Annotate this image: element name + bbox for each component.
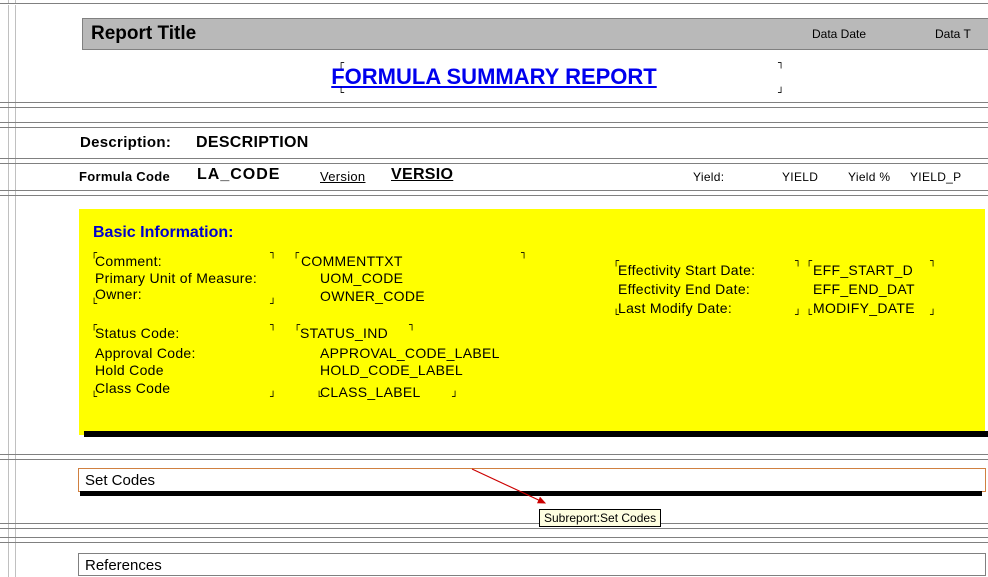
status-value[interactable]: STATUS_IND [300, 325, 388, 341]
eff-end-value[interactable]: EFF_END_DAT [813, 281, 915, 297]
comment-label[interactable]: Comment: [95, 253, 162, 269]
formula-code-value[interactable]: LA_CODE [197, 166, 280, 184]
mod-date-value[interactable]: MODIFY_DATE [813, 300, 915, 316]
hold-label[interactable]: Hold Code [95, 362, 164, 378]
basic-info-panel[interactable] [79, 209, 985, 435]
tooltip: Subreport:Set Codes [539, 509, 661, 527]
puom-label[interactable]: Primary Unit of Measure: [95, 270, 257, 286]
subreport-underline [80, 491, 982, 496]
data-date-label[interactable]: Data Date [812, 27, 866, 41]
subreport-references[interactable]: References [78, 553, 986, 576]
section-divider [0, 537, 988, 543]
yield-pct-value[interactable]: YIELD_P [910, 170, 961, 184]
section-divider [0, 3, 988, 5]
description-label[interactable]: Description: [80, 134, 171, 151]
approval-label[interactable]: Approval Code: [95, 345, 196, 361]
section-divider [0, 190, 988, 196]
data-time-label[interactable]: Data T [935, 27, 971, 41]
puom-value[interactable]: UOM_CODE [320, 270, 403, 286]
eff-start-value[interactable]: EFF_START_D [813, 262, 913, 278]
basic-info-heading[interactable]: Basic Information: [93, 224, 233, 242]
owner-label[interactable]: Owner: [95, 286, 142, 302]
basic-info-shadow [84, 431, 988, 437]
status-label[interactable]: Status Code: [95, 325, 180, 341]
version-value[interactable]: VERSIO [391, 166, 453, 184]
mod-date-label[interactable]: Last Modify Date: [618, 300, 732, 316]
eff-end-label[interactable]: Effectivity End Date: [618, 281, 750, 297]
comment-value[interactable]: COMMENTTXT [301, 253, 403, 269]
section-divider [0, 158, 988, 164]
yield-value[interactable]: YIELD [782, 170, 818, 184]
formula-code-label[interactable]: Formula Code [79, 169, 170, 184]
section-divider [0, 102, 988, 108]
version-label[interactable]: Version [320, 169, 365, 184]
report-heading[interactable]: FORMULA SUMMARY REPORT [0, 64, 988, 90]
section-divider [0, 454, 988, 460]
approval-value[interactable]: APPROVAL_CODE_LABEL [320, 345, 500, 361]
hold-value[interactable]: HOLD_CODE_LABEL [320, 362, 463, 378]
subreport-set-codes[interactable]: Set Codes [78, 468, 986, 492]
page-title: Report Title [83, 23, 196, 45]
eff-start-label[interactable]: Effectivity Start Date: [618, 262, 755, 278]
owner-value[interactable]: OWNER_CODE [320, 288, 425, 304]
class-value[interactable]: CLASS_LABEL [320, 384, 421, 400]
subreport-label: Set Codes [85, 472, 155, 489]
yield-label[interactable]: Yield: [693, 170, 724, 184]
yield-pct-label[interactable]: Yield % [848, 170, 890, 184]
subreport-label: References [85, 557, 162, 574]
section-divider [0, 122, 988, 128]
class-label[interactable]: Class Code [95, 380, 170, 396]
description-value[interactable]: DESCRIPTION [196, 134, 309, 152]
section-divider [0, 523, 988, 529]
